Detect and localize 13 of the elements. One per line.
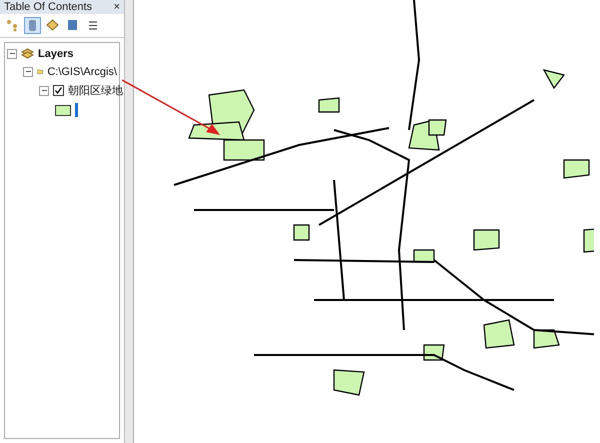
collapse-toggle[interactable] — [23, 66, 33, 76]
collapse-toggle[interactable] — [39, 86, 49, 96]
panel-title: Table Of Contents — [4, 1, 92, 13]
layers-icon — [46, 19, 59, 32]
folder-path[interactable]: C:\GIS\Arcgis\ — [47, 66, 117, 78]
list-icon — [86, 19, 99, 32]
layers-icon — [21, 47, 34, 60]
visibility-checkbox[interactable] — [53, 85, 64, 96]
close-button[interactable]: × — [114, 1, 120, 13]
layer-name[interactable]: 朝阳区绿地 — [68, 83, 123, 98]
layers-label[interactable]: Layers — [38, 48, 74, 60]
text-cursor — [75, 103, 78, 117]
collapse-toggle[interactable] — [7, 48, 17, 58]
